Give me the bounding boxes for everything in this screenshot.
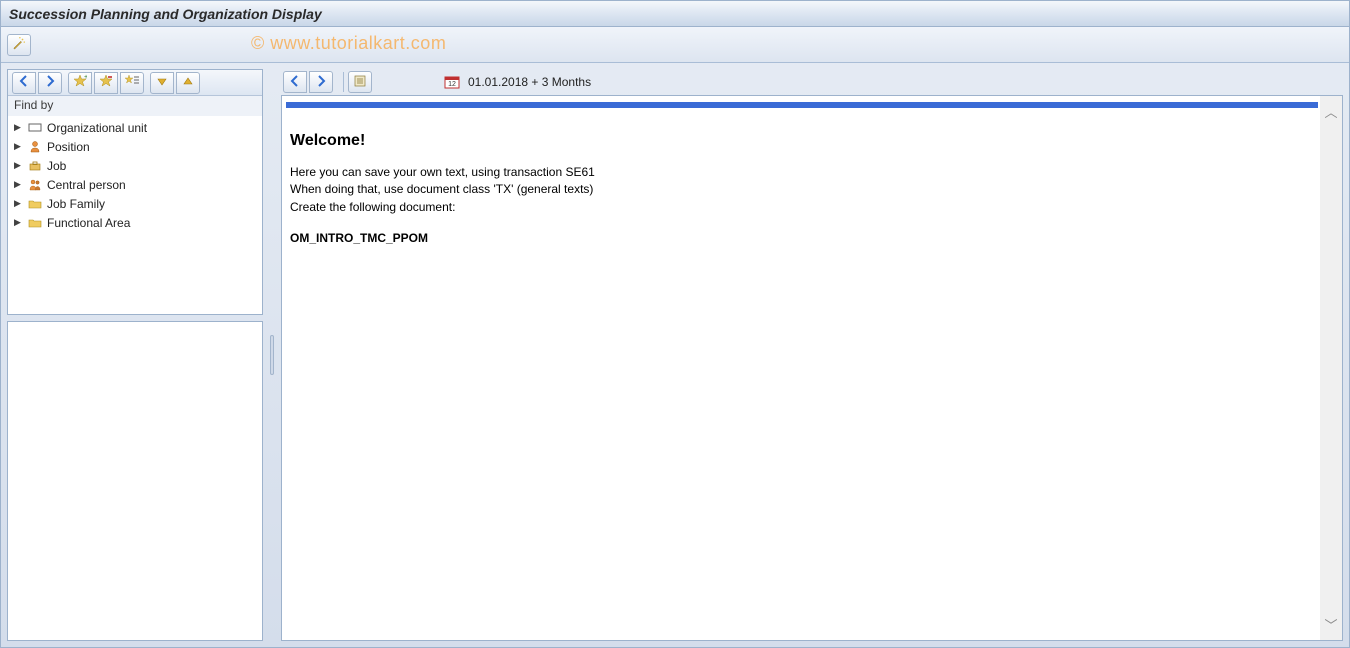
folder-icon [26, 197, 44, 210]
details-icon [353, 74, 367, 91]
forward-button[interactable] [38, 72, 62, 94]
triangle-up-icon [181, 74, 195, 91]
app-toolbar: © www.tutorialkart.com [1, 27, 1349, 63]
favorite-remove-button[interactable] [94, 72, 118, 94]
tree-item-org-unit[interactable]: ▶ Organizational unit [8, 118, 262, 137]
svg-text:+: + [84, 74, 87, 81]
vertical-splitter[interactable] [269, 69, 275, 641]
right-pane: 12 01.01.2018 + 3 Months Welcome! Here y… [281, 69, 1343, 641]
favorite-add-button[interactable]: + [68, 72, 92, 94]
expand-arrow-icon: ▶ [14, 160, 24, 171]
details-button[interactable] [348, 71, 372, 93]
wand-icon [12, 36, 26, 53]
back-button[interactable] [12, 72, 36, 94]
tree-item-functional-area[interactable]: ▶ Functional Area [8, 213, 262, 232]
tree-item-label: Organizational unit [47, 121, 147, 135]
arrow-right-icon [314, 74, 328, 91]
favorite-list-button[interactable] [120, 72, 144, 94]
splitter-handle-icon [270, 335, 274, 375]
detail-panel [7, 321, 263, 641]
person-icon [26, 140, 44, 153]
svg-text:12: 12 [448, 81, 456, 88]
doc-name: OM_INTRO_TMC_PPOM [290, 230, 1310, 247]
welcome-heading: Welcome! [290, 132, 1310, 150]
tree-item-label: Job [47, 159, 66, 173]
expand-button[interactable] [150, 72, 174, 94]
collapse-button[interactable] [176, 72, 200, 94]
expand-arrow-icon: ▶ [14, 122, 24, 133]
star-minus-icon [99, 74, 113, 91]
tree-item-label: Job Family [47, 197, 105, 211]
find-by-label: Find by [8, 96, 262, 116]
calendar-icon: 12 [444, 74, 460, 90]
star-plus-icon: + [73, 74, 87, 91]
forward-button[interactable] [309, 71, 333, 93]
title-bar: Succession Planning and Organization Dis… [1, 1, 1349, 27]
expand-arrow-icon: ▶ [14, 141, 24, 152]
expand-arrow-icon: ▶ [14, 179, 24, 190]
doc-line: Create the following document: [290, 199, 1310, 216]
job-icon [26, 159, 44, 172]
tree-item-label: Central person [47, 178, 126, 192]
magic-wand-button[interactable] [7, 34, 31, 56]
app-title: Succession Planning and Organization Dis… [9, 6, 322, 22]
watermark-text: © www.tutorialkart.com [251, 33, 446, 54]
date-range-text: 01.01.2018 + 3 Months [468, 75, 591, 89]
separator [343, 72, 344, 92]
find-by-tree: ▶ Organizational unit ▶ Position ▶ Job [8, 116, 262, 314]
triangle-down-icon [155, 74, 169, 91]
find-by-toolbar: + [8, 70, 262, 96]
scroll-up-icon[interactable]: ︿ [1324, 102, 1337, 121]
tree-item-job[interactable]: ▶ Job [8, 156, 262, 175]
org-unit-icon [26, 121, 44, 134]
header-accent-bar [286, 102, 1318, 108]
app-window: Succession Planning and Organization Dis… [0, 0, 1350, 648]
back-button[interactable] [283, 71, 307, 93]
expand-arrow-icon: ▶ [14, 217, 24, 228]
expand-arrow-icon: ▶ [14, 198, 24, 209]
date-range-widget[interactable]: 12 01.01.2018 + 3 Months [444, 74, 591, 90]
doc-line: When doing that, use document class 'TX'… [290, 181, 1310, 198]
left-pane: + [7, 69, 263, 641]
document-viewer: Welcome! Here you can save your own text… [281, 95, 1343, 641]
arrow-left-icon [17, 74, 31, 91]
content-area: + [1, 63, 1349, 647]
scroll-down-icon[interactable]: ﹀ [1324, 615, 1337, 634]
find-by-panel: + [7, 69, 263, 315]
tree-item-central-person[interactable]: ▶ Central person [8, 175, 262, 194]
right-toolbar: 12 01.01.2018 + 3 Months [281, 69, 1343, 95]
tree-item-position[interactable]: ▶ Position [8, 137, 262, 156]
central-person-icon [26, 178, 44, 191]
arrow-right-icon [43, 74, 57, 91]
tree-item-job-family[interactable]: ▶ Job Family [8, 194, 262, 213]
folder-icon [26, 216, 44, 229]
tree-item-label: Functional Area [47, 216, 130, 230]
star-list-icon [125, 74, 139, 91]
doc-line: Here you can save your own text, using t… [290, 164, 1310, 181]
arrow-left-icon [288, 74, 302, 91]
tree-item-label: Position [47, 140, 90, 154]
document-body: Welcome! Here you can save your own text… [282, 114, 1318, 640]
vertical-scrollbar[interactable]: ︿ ﹀ [1320, 96, 1342, 640]
